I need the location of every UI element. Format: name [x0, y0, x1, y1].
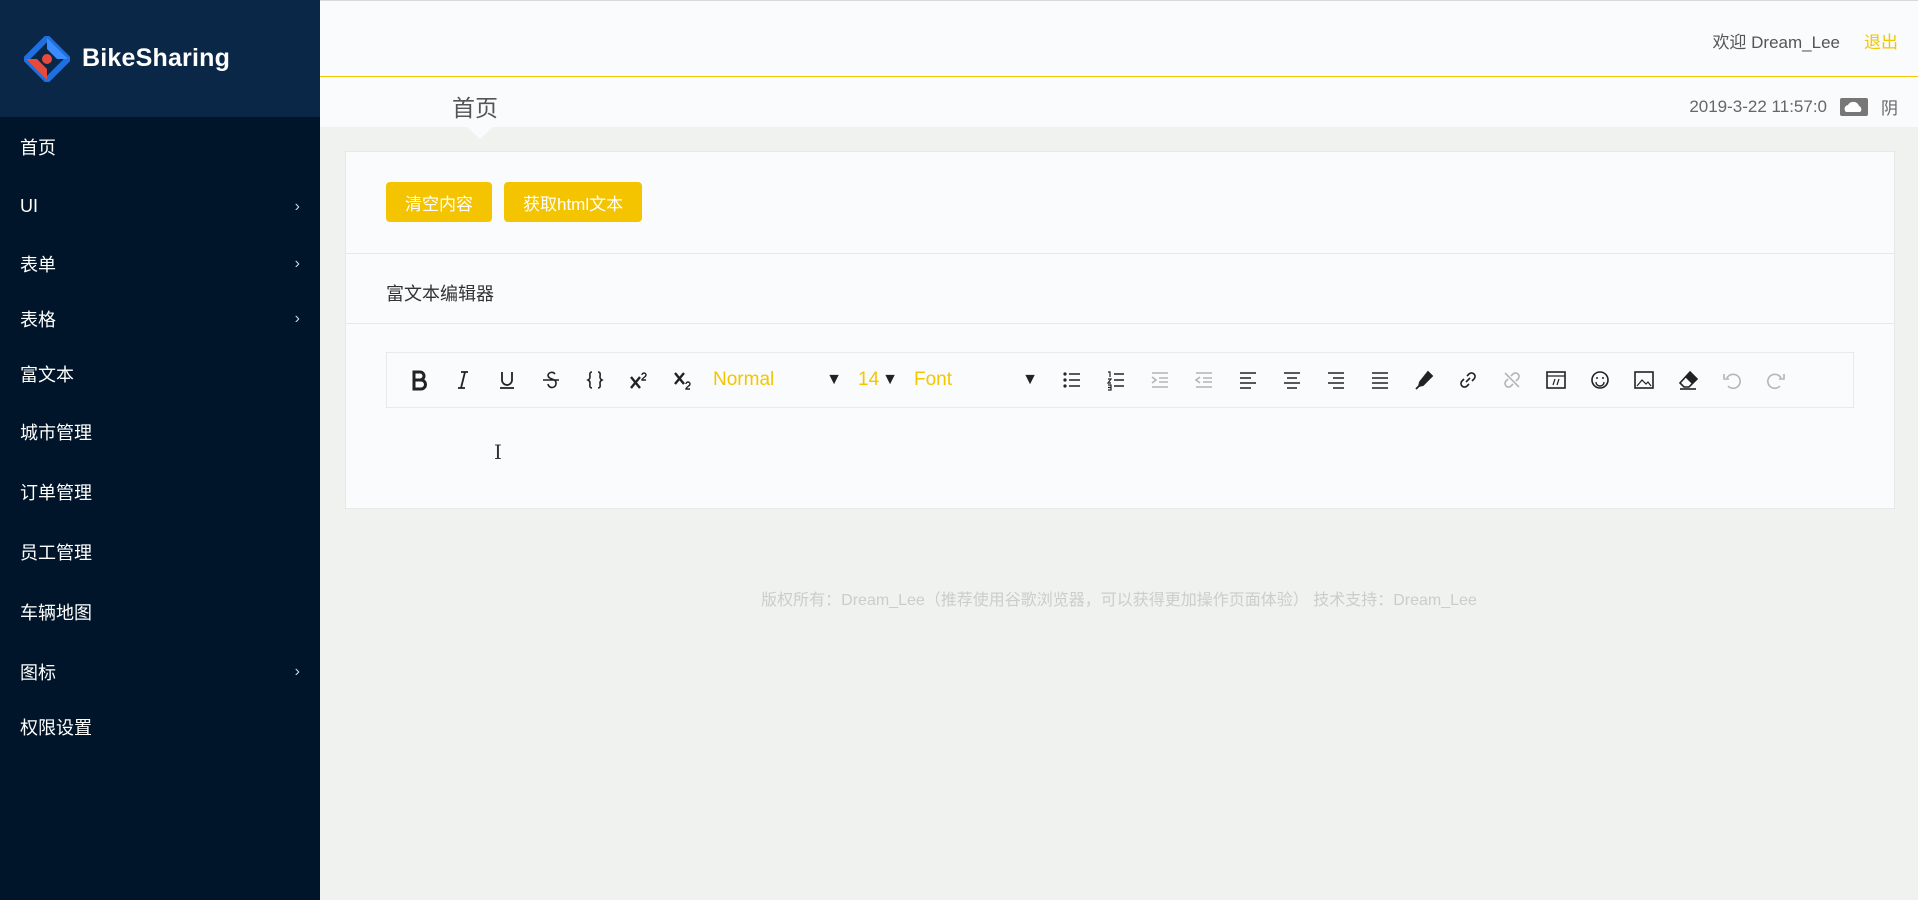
color-picker-icon[interactable]: [1402, 360, 1446, 400]
size-select-value: 14: [858, 369, 880, 390]
sidebar-item-rich-text[interactable]: 富文本: [0, 346, 320, 402]
sidebar-item-label: 富文本: [20, 365, 74, 385]
superscript-icon[interactable]: [617, 360, 661, 400]
font-select[interactable]: Font ▼: [906, 362, 1046, 398]
size-select[interactable]: 14 ▼: [850, 362, 906, 398]
caret-down-icon: ▼: [826, 371, 842, 388]
sidebar-item-form[interactable]: 表单 ›: [0, 236, 320, 291]
strikethrough-icon[interactable]: [529, 360, 573, 400]
font-select-value: Font: [914, 369, 953, 390]
sidebar: BikeSharing 首页 UI › 表单 › 表格 › 富文本 城市管理 订单管理…: [0, 0, 320, 900]
link-icon[interactable]: [1446, 360, 1490, 400]
sidebar-item-permission[interactable]: 权限设置: [0, 702, 320, 752]
sidebar-item-label: 车辆地图: [20, 603, 92, 623]
editor-card-title: 富文本编辑器: [346, 254, 1894, 324]
cloud-icon: [1840, 97, 1868, 116]
eraser-icon[interactable]: [1666, 360, 1710, 400]
image-icon[interactable]: [1622, 360, 1666, 400]
sidebar-item-label: 订单管理: [20, 483, 92, 503]
sidebar-item-staff[interactable]: 员工管理: [0, 522, 320, 582]
clear-content-button[interactable]: 清空内容: [386, 182, 492, 222]
sidebar-item-label: 图标: [20, 663, 56, 683]
sidebar-item-label: 城市管理: [20, 423, 92, 443]
welcome-text: 欢迎 Dream_Lee: [1712, 33, 1840, 52]
embed-icon[interactable]: [1534, 360, 1578, 400]
main-content: 清空内容 获取html文本 富文本编辑器 Normal ▼ 14 ▼ Font ▼: [345, 151, 1895, 509]
sidebar-item-city[interactable]: 城市管理: [0, 402, 320, 462]
action-card: 清空内容 获取html文本: [345, 151, 1895, 254]
editor-card: 富文本编辑器 Normal ▼ 14 ▼ Font ▼ I: [345, 254, 1895, 509]
breadcrumb-bar: 首页 2019-3-22 11:57:0 阴: [320, 77, 1918, 139]
logo[interactable]: BikeSharing: [0, 0, 320, 117]
text-cursor-icon: I: [494, 440, 502, 464]
sidebar-item-label: 首页: [20, 138, 56, 158]
bullet-list-icon[interactable]: [1050, 360, 1094, 400]
chevron-right-icon: ›: [294, 309, 300, 327]
app-title: BikeSharing: [82, 44, 231, 72]
outdent-icon[interactable]: [1182, 360, 1226, 400]
sidebar-item-bike-map[interactable]: 车辆地图: [0, 582, 320, 642]
italic-icon[interactable]: [441, 360, 485, 400]
breadcrumb: 首页: [452, 95, 498, 121]
logout-link[interactable]: 退出: [1864, 28, 1898, 53]
weather-area: 2019-3-22 11:57:0 阴: [1689, 94, 1898, 119]
user-area: 欢迎 Dream_Lee 退出: [1712, 28, 1898, 53]
underline-icon[interactable]: [485, 360, 529, 400]
undo-icon[interactable]: [1710, 360, 1754, 400]
code-icon[interactable]: [573, 360, 617, 400]
redo-icon[interactable]: [1754, 360, 1798, 400]
sidebar-item-label: 权限设置: [20, 718, 92, 738]
chevron-right-icon: ›: [294, 254, 300, 272]
sidebar-item-label: 员工管理: [20, 543, 92, 563]
header-select-value: Normal: [713, 369, 775, 390]
chevron-right-icon: ›: [294, 197, 300, 215]
sidebar-item-table[interactable]: 表格 ›: [0, 291, 320, 346]
header-select[interactable]: Normal ▼: [705, 362, 850, 398]
sidebar-item-charts[interactable]: 图标 ›: [0, 642, 320, 702]
sidebar-item-ui[interactable]: UI ›: [0, 177, 320, 236]
sidebar-nav: 首页 UI › 表单 › 表格 › 富文本 城市管理 订单管理 员工管理 车辆地图 图…: [0, 117, 320, 752]
logo-icon: [24, 35, 70, 82]
footer-text: 版权所有：Dream_Lee（推荐使用谷歌浏览器，可以获得更加操作页面体验） 技…: [761, 592, 1477, 609]
editor-toolbar: Normal ▼ 14 ▼ Font ▼: [386, 352, 1854, 408]
bold-icon[interactable]: [397, 360, 441, 400]
subscript-icon[interactable]: [661, 360, 705, 400]
weather-text: 阴: [1881, 99, 1898, 118]
sidebar-item-label: UI: [20, 196, 38, 216]
align-justify-icon[interactable]: [1358, 360, 1402, 400]
editor-card-body: Normal ▼ 14 ▼ Font ▼ I: [346, 324, 1894, 488]
align-right-icon[interactable]: [1314, 360, 1358, 400]
ordered-list-icon[interactable]: [1094, 360, 1138, 400]
chevron-right-icon: ›: [294, 663, 300, 680]
top-header: 欢迎 Dream_Lee 退出: [320, 0, 1918, 77]
indent-icon[interactable]: [1138, 360, 1182, 400]
sidebar-item-order[interactable]: 订单管理: [0, 462, 320, 522]
get-html-button[interactable]: 获取html文本: [504, 182, 643, 222]
breadcrumb-caret: [467, 127, 493, 139]
sidebar-item-label: 表格: [20, 309, 56, 330]
align-left-icon[interactable]: [1226, 360, 1270, 400]
editor-text-area[interactable]: I: [386, 408, 1854, 488]
caret-down-icon: ▼: [882, 371, 898, 388]
align-center-icon[interactable]: [1270, 360, 1314, 400]
unlink-icon[interactable]: [1490, 360, 1534, 400]
caret-down-icon: ▼: [1022, 371, 1038, 388]
datetime-text: 2019-3-22 11:57:0: [1689, 96, 1827, 116]
emoji-icon[interactable]: [1578, 360, 1622, 400]
sidebar-item-label: 表单: [20, 254, 56, 275]
sidebar-item-home[interactable]: 首页: [0, 117, 320, 177]
